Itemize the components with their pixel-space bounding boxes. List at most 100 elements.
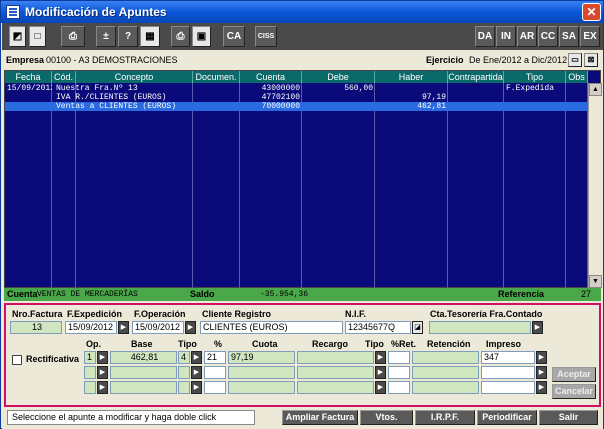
- vertical-scrollbar[interactable]: ▲ ▼: [588, 83, 602, 288]
- aceptar-button[interactable]: Aceptar: [552, 367, 596, 382]
- impreso-field[interactable]: [481, 381, 535, 394]
- document-icon[interactable]: ▣: [192, 26, 211, 47]
- tipo2-arrow-icon[interactable]: ▶: [375, 381, 386, 394]
- impreso-arrow-icon[interactable]: ▶: [536, 381, 547, 394]
- col-header-documento[interactable]: Documen.: [193, 71, 240, 83]
- recargo-field[interactable]: [297, 366, 374, 379]
- cell-tipo: [506, 93, 564, 102]
- recargo-field[interactable]: [297, 351, 374, 364]
- pct-field[interactable]: [204, 381, 226, 394]
- salir-button[interactable]: Salir: [539, 410, 598, 425]
- print-icon[interactable]: ⎙: [61, 26, 85, 47]
- cell-tipo: F.Expedida: [506, 84, 555, 93]
- impreso-arrow-icon[interactable]: ▶: [536, 351, 547, 364]
- op-arrow-icon[interactable]: ▶: [97, 351, 108, 364]
- tipo-field[interactable]: [178, 381, 190, 394]
- ret-field[interactable]: [388, 381, 410, 394]
- f-operacion-field[interactable]: 15/09/2012: [132, 321, 184, 334]
- ar-button[interactable]: AR: [517, 26, 537, 47]
- cta-tesoreria-field[interactable]: [429, 321, 531, 334]
- pct-field[interactable]: 21: [204, 351, 226, 364]
- tipo2-arrow-icon[interactable]: ▶: [375, 366, 386, 379]
- tipo-arrow-icon[interactable]: ▶: [191, 366, 202, 379]
- cell-tipo: [506, 102, 564, 111]
- col-header-fecha[interactable]: Fecha: [5, 71, 52, 83]
- cuota-field[interactable]: [228, 381, 295, 394]
- base-field[interactable]: [110, 381, 177, 394]
- sa-button[interactable]: SA: [559, 26, 579, 47]
- ca-button[interactable]: CA: [223, 26, 245, 47]
- ciss-button[interactable]: CISS: [255, 26, 277, 47]
- base-field[interactable]: [110, 366, 177, 379]
- scroll-down-icon[interactable]: ▼: [589, 275, 602, 288]
- close-button[interactable]: ✕: [582, 3, 601, 21]
- f-expedicion-field[interactable]: 15/09/2012: [65, 321, 117, 334]
- plus-minus-button[interactable]: ±: [96, 26, 116, 47]
- op-field[interactable]: [84, 366, 96, 379]
- op-arrow-icon[interactable]: ▶: [97, 381, 108, 394]
- da-button[interactable]: DA: [475, 26, 495, 47]
- nif-edit-icon[interactable]: ◪: [412, 321, 423, 334]
- tipo-field[interactable]: [178, 366, 190, 379]
- cuota-field[interactable]: 97,19: [228, 351, 295, 364]
- scroll-up-icon[interactable]: ▲: [589, 83, 602, 96]
- impreso-arrow-icon[interactable]: ▶: [536, 366, 547, 379]
- nif-field[interactable]: 12345677Q: [345, 321, 411, 334]
- impreso-field[interactable]: [481, 366, 535, 379]
- pct-field[interactable]: [204, 366, 226, 379]
- op-field[interactable]: [84, 381, 96, 394]
- recargo-field[interactable]: [297, 381, 374, 394]
- ret-field[interactable]: [388, 366, 410, 379]
- grid-toggle-icon[interactable]: ⊠: [584, 53, 598, 67]
- col-header-contrapartida[interactable]: Contrapartida: [448, 71, 504, 83]
- title-bar: Modificación de Apuntes ✕: [1, 1, 603, 23]
- in-button[interactable]: IN: [496, 26, 516, 47]
- retencion-field[interactable]: [412, 351, 479, 364]
- f-expedicion-arrow-icon[interactable]: ▶: [118, 321, 129, 334]
- irpf-button[interactable]: I.R.P.F.: [415, 410, 475, 425]
- col-header-concepto[interactable]: Concepto: [76, 71, 193, 83]
- cc-button[interactable]: CC: [538, 26, 558, 47]
- cuota-field[interactable]: [228, 366, 295, 379]
- tipo-arrow-icon[interactable]: ▶: [191, 351, 202, 364]
- table-row[interactable]: IVA R./CLIENTES (EUROS) 47702100 97,19: [5, 93, 588, 102]
- ex-button[interactable]: EX: [580, 26, 600, 47]
- entries-grid[interactable]: Fecha Cód. Concepto Documen. Cuenta Debe…: [4, 70, 602, 288]
- vtos-button[interactable]: Vtos.: [360, 410, 413, 425]
- ret-field[interactable]: [388, 351, 410, 364]
- col-divider: [448, 83, 504, 288]
- tipo-field[interactable]: 4: [178, 351, 190, 364]
- cliente-registro-field[interactable]: CLIENTES (EUROS): [200, 321, 343, 334]
- col-header-obs[interactable]: Obs: [566, 71, 588, 83]
- printer-icon[interactable]: ⎙: [171, 26, 190, 47]
- col-header-cuenta[interactable]: Cuenta: [240, 71, 302, 83]
- col-header-haber[interactable]: Haber: [375, 71, 448, 83]
- edit-icon[interactable]: ◩: [9, 26, 26, 47]
- table-row-selected[interactable]: Ventas a CLIENTES (EUROS) 70000000 462,8…: [5, 102, 588, 111]
- col-header-tipo[interactable]: Tipo: [504, 71, 566, 83]
- impreso-field[interactable]: 347: [481, 351, 535, 364]
- tipo2-arrow-icon[interactable]: ▶: [375, 351, 386, 364]
- op-arrow-icon[interactable]: ▶: [97, 366, 108, 379]
- cancelar-button[interactable]: Cancelar: [552, 384, 596, 399]
- base-field[interactable]: 462,81: [110, 351, 177, 364]
- status-message: Seleccione el apunte a modificar y haga …: [7, 410, 255, 425]
- retencion-field[interactable]: [412, 366, 479, 379]
- col-header-cod[interactable]: Cód.: [52, 71, 76, 83]
- blank-icon[interactable]: □: [29, 26, 46, 47]
- ampliar-factura-button[interactable]: Ampliar Factura: [282, 410, 358, 425]
- calculator-icon[interactable]: ▦: [140, 26, 160, 47]
- window-icon[interactable]: ▭: [568, 53, 582, 67]
- cta-tesoreria-arrow-icon[interactable]: ▶: [532, 321, 543, 334]
- cell-contrapartida: [450, 102, 502, 111]
- help-button[interactable]: ?: [118, 26, 138, 47]
- op-field[interactable]: 1: [84, 351, 96, 364]
- f-operacion-arrow-icon[interactable]: ▶: [185, 321, 196, 334]
- col-header-debe[interactable]: Debe: [302, 71, 375, 83]
- nro-factura-field[interactable]: 13: [10, 321, 62, 334]
- retencion-field[interactable]: [412, 381, 479, 394]
- periodificar-button[interactable]: Periodificar: [477, 410, 537, 425]
- rectificativa-checkbox[interactable]: [12, 355, 22, 365]
- table-row[interactable]: 15/09/2012 Nuestra Fra.Nº 13 43000000 56…: [5, 84, 588, 93]
- tipo-arrow-icon[interactable]: ▶: [191, 381, 202, 394]
